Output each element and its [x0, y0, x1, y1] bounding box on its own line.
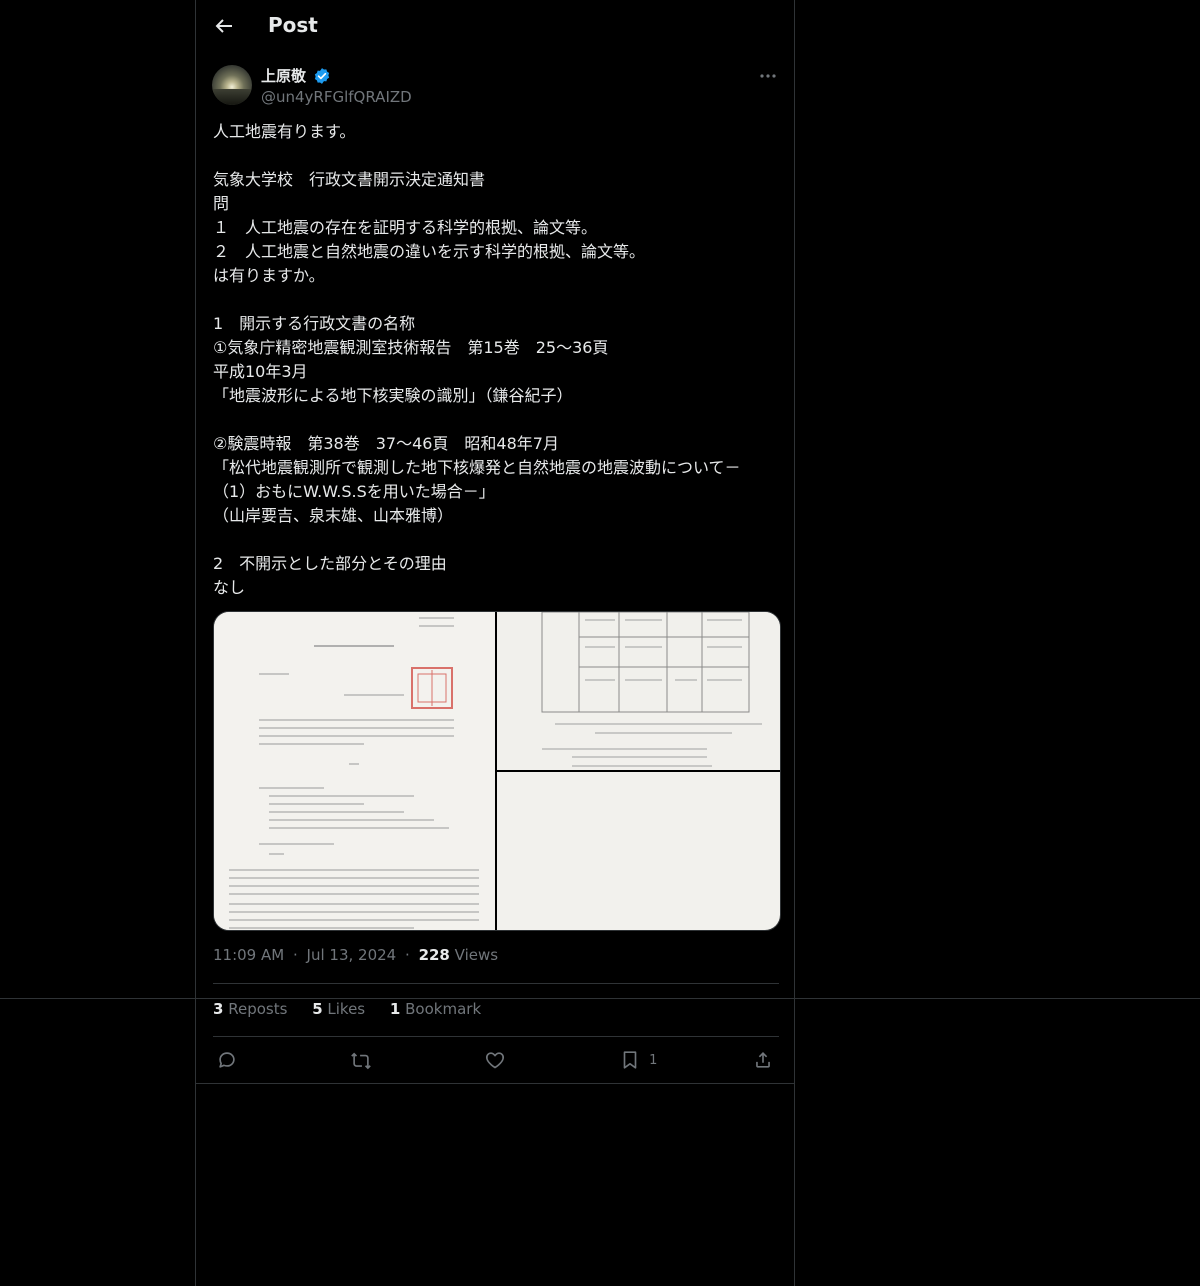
tweet-text-line: 平成10年3月 [213, 362, 308, 381]
share-button[interactable] [752, 1049, 774, 1073]
share-icon [756, 1052, 770, 1068]
bookmark-action-count: 1 [649, 1052, 658, 1068]
post-time[interactable]: 11:09 AM [213, 946, 284, 964]
repost-icon [351, 1052, 371, 1070]
more-button[interactable] [756, 64, 780, 88]
tweet-text-line [213, 408, 779, 432]
bookmarks-stat[interactable]: 1 Bookmark [390, 1000, 481, 1018]
tweet-text-line: 気象大学校 行政文書開示決定通知書 [213, 170, 486, 189]
reposts-count: 3 [213, 1000, 224, 1018]
tweet-text-line: は有りますか。 [213, 266, 325, 285]
media-grid [213, 611, 781, 931]
tweet-text-line: 人工地震有ります。 [213, 122, 356, 141]
views-label: Views [454, 946, 499, 964]
tweet-text-line: 「松代地震観測所で観測した地下核爆発と自然地震の地震波動について－ [213, 458, 741, 477]
document-image-2[interactable] [497, 612, 780, 770]
tweet-text-line: 「地震波形による地下核実験の識別」（鎌谷紀子） [213, 386, 573, 405]
document-page-graphic [214, 612, 495, 930]
header: Post [196, 0, 794, 53]
divider [213, 983, 779, 984]
document-table-graphic [497, 612, 780, 770]
tweet-text-line: なし [213, 578, 246, 597]
reply-button[interactable] [216, 1049, 238, 1073]
divider [213, 1036, 779, 1037]
document-image-1[interactable] [214, 612, 495, 930]
reposts-label: Reposts [228, 1000, 288, 1018]
divider [196, 1083, 794, 1084]
engagement-stats: 3 Reposts 5 Likes 1 Bookmark [213, 1000, 501, 1018]
views-count: 228 [418, 946, 450, 964]
arrow-left-icon [215, 19, 232, 33]
reply-icon [219, 1052, 235, 1068]
tweet-text-line: 1 開示する行政文書の名称 [213, 314, 416, 333]
likes-label: Likes [327, 1000, 366, 1018]
likes-stat[interactable]: 5 Likes [312, 1000, 365, 1018]
reposts-stat[interactable]: 3 Reposts [213, 1000, 287, 1018]
bookmark-button[interactable]: 1 [619, 1049, 657, 1073]
tweet-text-line: ２ 人工地震と自然地震の違いを示す科学的根拠、論文等。 [213, 242, 646, 261]
author-name[interactable]: 上原敬 [261, 65, 306, 86]
likes-count: 5 [312, 1000, 323, 1018]
page-title: Post [268, 13, 318, 37]
tweet-text-line: （山岸要吉、泉末雄、山本雅博） [213, 506, 454, 525]
tweet-text-line: 2 不開示とした部分とその理由 [213, 554, 447, 573]
author-handle[interactable]: @un4yRFGlfQRAIZD [261, 88, 412, 106]
bookmarks-count: 1 [389, 1000, 401, 1018]
page: Post 上原敬 @un4yRFGlfQRAIZD 人工地震有ります。 気象大学… [0, 0, 1200, 1286]
like-button[interactable] [484, 1049, 506, 1073]
tweet-text-line: ①気象庁精密地震観測室技術報告 第15巻 25〜36頁 [213, 338, 609, 357]
bookmarks-label: Bookmark [405, 1000, 482, 1018]
meta-separator: · [405, 946, 410, 964]
tweet-text-line: ②験震時報 第38巻 37〜46頁 昭和48年7月 [213, 434, 559, 453]
tweet-text-line: 問 [213, 194, 230, 213]
meta-separator: · [292, 946, 298, 964]
heart-icon [485, 1052, 505, 1069]
tweet-text-line [213, 144, 779, 168]
tweet-text-line: １ 人工地震の存在を証明する科学的根拠、論文等。 [213, 218, 598, 237]
post-date[interactable]: Jul 13, 2024 [307, 946, 397, 964]
tweet-text-line [213, 528, 779, 552]
tweet-text-line [213, 288, 779, 312]
post-meta: 11:09 AM · Jul 13, 2024 · 228 Views [213, 946, 498, 964]
tweet-text: 人工地震有ります。気象大学校 行政文書開示決定通知書問 １ 人工地震の存在を証明す… [213, 120, 779, 600]
tweet-text-line: （1）おもにW.W.S.Sを用いた場合－」 [213, 482, 495, 501]
avatar-horizon [212, 89, 252, 105]
document-image-3[interactable] [497, 772, 780, 930]
repost-button[interactable] [350, 1049, 372, 1073]
post-column: Post 上原敬 @un4yRFGlfQRAIZD 人工地震有ります。 気象大学… [195, 0, 795, 1286]
bookmark-icon [623, 1051, 637, 1069]
back-button[interactable] [212, 14, 236, 38]
verified-badge-icon [314, 67, 330, 84]
author-block: 上原敬 @un4yRFGlfQRAIZD [261, 65, 412, 106]
more-icon [760, 74, 776, 78]
avatar[interactable] [212, 65, 252, 105]
